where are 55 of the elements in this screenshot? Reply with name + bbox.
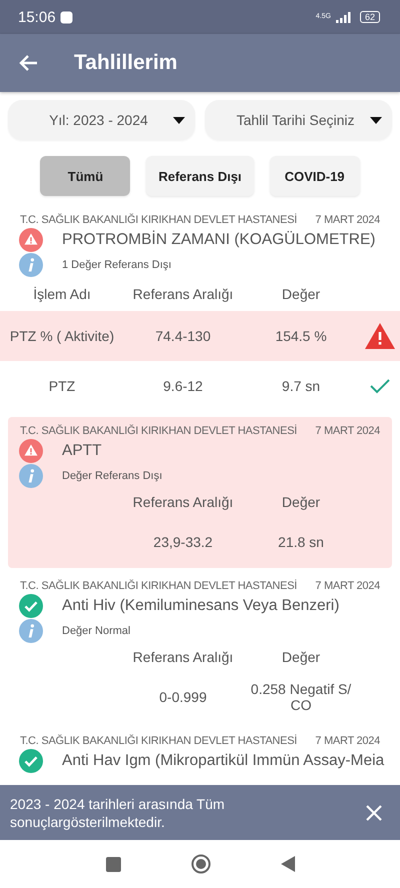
result-value: 21.8 sn <box>278 534 324 550</box>
info-icon <box>19 253 43 277</box>
column-header: Değer <box>282 286 320 302</box>
column-header: Değer <box>282 494 320 510</box>
test-name: APTT <box>62 442 102 460</box>
result-value: 0.258 Negatif S/ CO <box>250 681 352 713</box>
result-date: 7 MART 2024 <box>315 735 380 748</box>
reference-range: 23,9-33.2 <box>153 534 213 550</box>
column-header: Referans Aralığı <box>132 494 234 510</box>
test-name: PROTROMBİN ZAMANI (KOAGÜLOMETRE) <box>62 231 376 249</box>
hospital-name: T.C. SAĞLIK BAKANLIĞI KIRIKHAN DEVLET HASTANESİ <box>20 425 297 438</box>
hospital-name: T.C. SAĞLIK BAKANLIĞI KIRIKHAN DEVLET HASTANESİ <box>20 580 297 593</box>
reference-range: 0-0.999 <box>159 689 207 705</box>
result-value: 9.7 sn <box>282 378 320 394</box>
result-summary: 1 Değer Referans Dışı <box>62 259 172 271</box>
column-header: İşlem Adı <box>33 286 91 302</box>
filter-tab[interactable]: COVID-19 <box>270 156 360 196</box>
recents-button[interactable] <box>106 856 120 872</box>
result-card[interactable]: T.C. SAĞLIK BAKANLIĞI KIRIKHAN DEVLET HASTANESİ 7 MART 2024 Anti Hiv (Kemiluminesans Veya Benzeri) Değer Normal Referans Aralığı Değer 0-0.999 0.258 Negatif S/ CO <box>0 572 400 727</box>
hospital-name: T.C. SAĞLIK BAKANLIĞI KIRIKHAN DEVLET HASTANESİ <box>20 735 297 748</box>
filter-tab[interactable]: Referans Dışı <box>146 156 254 196</box>
column-header: Değer <box>282 649 320 665</box>
page-title: Tahlillerim <box>74 51 178 75</box>
dropdown-caret-icon <box>173 116 185 124</box>
dropdown-caret-icon <box>370 116 382 124</box>
toast-message: 2023 - 2024 tarihleri arasında Tüm sonuçlargösterilmektedir. <box>10 794 226 830</box>
result-card[interactable]: T.C. SAĞLIK BAKANLIĞI KIRIKHAN DEVLET HASTANESİ 7 MART 2024 PROTROMBİN ZAMANI (KOAGÜLOMETRE) 1 Değer Referans Dışı İşlem Adı Referans Aralığı Değer PTZ % ( Aktivite) 74.4-130 154.5 % PTZ 9.6-12 9.7 sn <box>0 206 400 415</box>
column-header: Referans Aralığı <box>132 286 234 302</box>
dropdown[interactable]: Tahlil Tarihi Seçiniz <box>205 100 392 140</box>
parameter-name: PTZ % ( Aktivite) <box>10 328 114 344</box>
info-icon <box>19 619 43 643</box>
result-summary: Değer Referans Dışı <box>62 470 162 482</box>
result-card[interactable]: T.C. SAĞLIK BAKANLIĞI KIRIKHAN DEVLET HASTANESİ 7 MART 2024 APTT Değer Referans Dışı Referans Aralığı Değer 23,9-33.2 21.8 sn <box>8 417 392 568</box>
signal-icon <box>336 12 352 22</box>
parameter-name: PTZ <box>48 378 76 394</box>
result-date: 7 MART 2024 <box>315 425 380 438</box>
column-header: Referans Aralığı <box>132 649 234 665</box>
home-button[interactable] <box>190 854 210 874</box>
filter-tab[interactable]: Tümü <box>40 156 130 196</box>
dropdown[interactable]: Yıl: 2023 - 2024 <box>8 100 195 140</box>
result-date: 7 MART 2024 <box>315 214 380 227</box>
back-nav-button[interactable] <box>280 856 294 872</box>
result-card[interactable]: T.C. SAĞLIK BAKANLIĞI KIRIKHAN DEVLET HASTANESİ 7 MART 2024 Anti Hav Igm (Mikropartikül Immün Assay-Meia <box>0 727 400 777</box>
clock: 15:06 <box>18 8 56 26</box>
info-icon <box>19 464 43 488</box>
result-summary: Değer Normal <box>62 625 130 637</box>
test-name: Anti Hiv (Kemiluminesans Veya Benzeri) <box>62 597 340 615</box>
reference-range: 9.6-12 <box>163 378 203 394</box>
battery-level: 62 <box>360 11 380 23</box>
result-value: 154.5 % <box>275 328 327 344</box>
notification-icon <box>60 10 73 24</box>
reference-range: 74.4-130 <box>155 328 211 344</box>
result-date: 7 MART 2024 <box>315 580 380 593</box>
test-name: Anti Hav Igm (Mikropartikül Immün Assay-Meia <box>62 752 384 770</box>
hospital-name: T.C. SAĞLIK BAKANLIĞI KIRIKHAN DEVLET HASTANESİ <box>20 214 297 227</box>
